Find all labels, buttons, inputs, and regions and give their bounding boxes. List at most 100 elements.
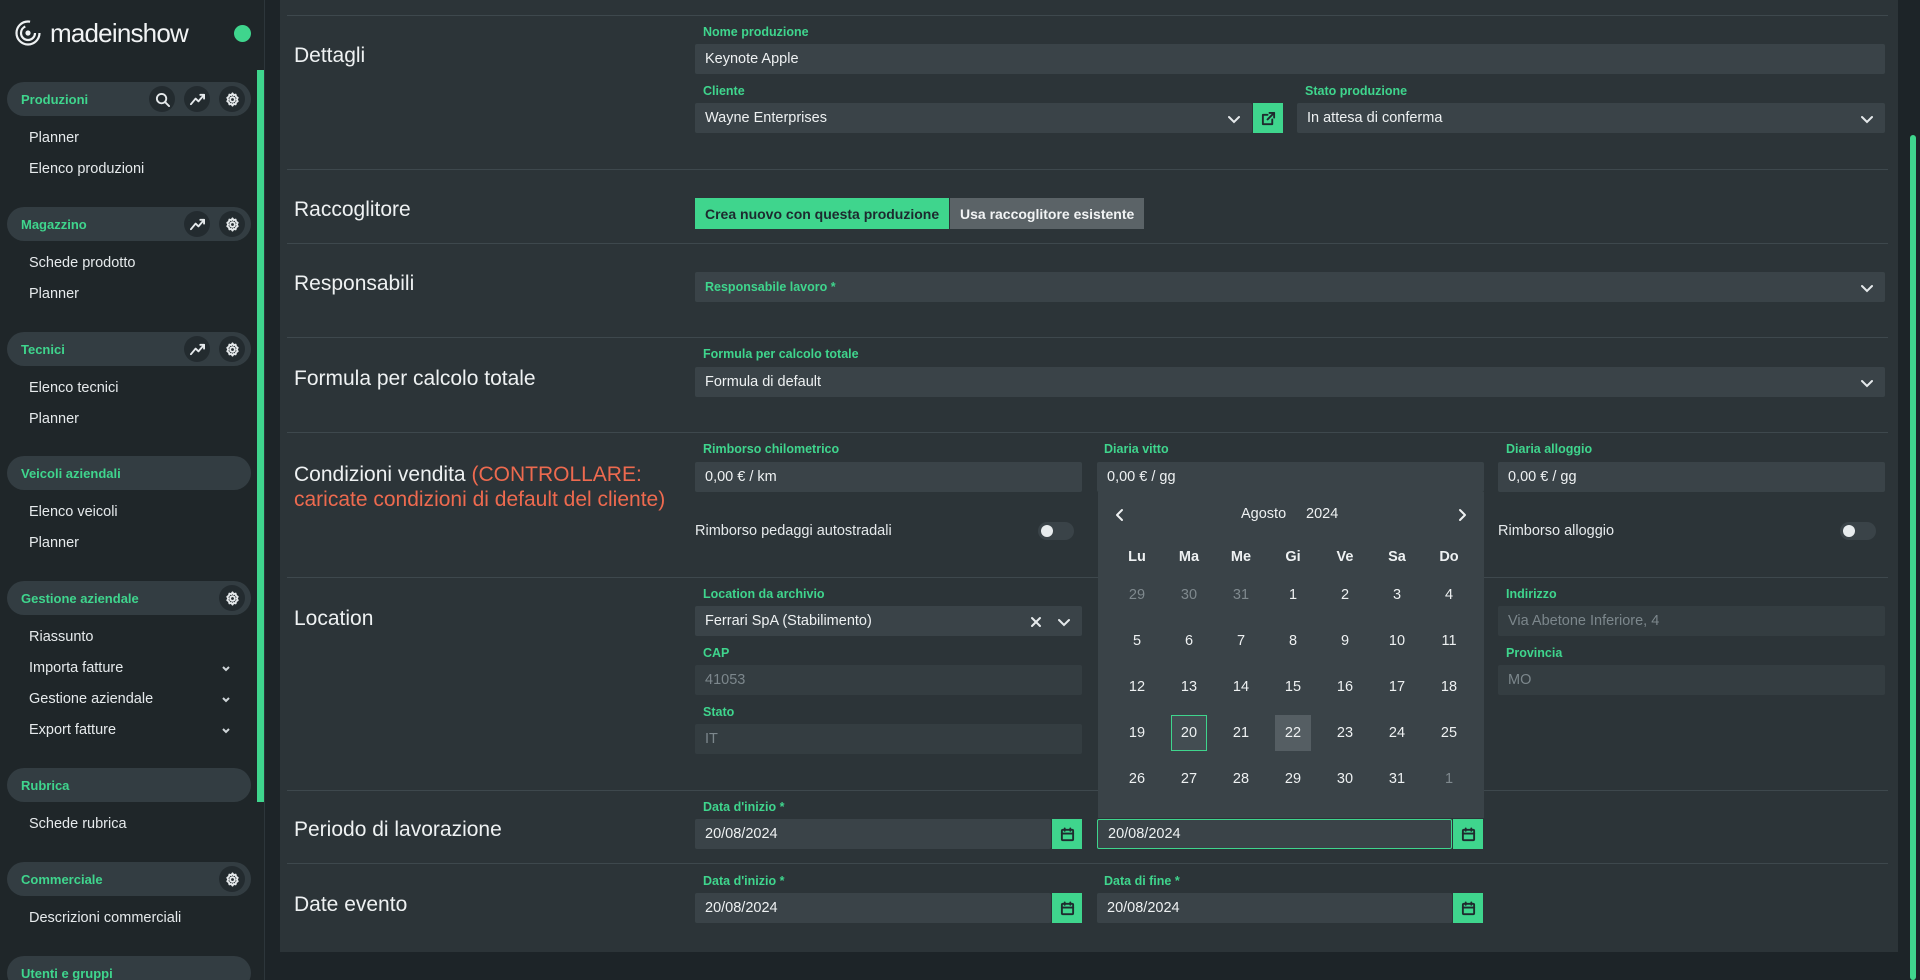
sidebar-item[interactable]: Schede rubrica [7, 808, 251, 839]
periodo-fine-input[interactable]: 20/08/2024 [1097, 819, 1452, 849]
calendar-day[interactable]: 1 [1423, 756, 1475, 802]
pedaggi-toggle[interactable] [1038, 522, 1074, 540]
calendar-day[interactable]: 17 [1371, 664, 1423, 710]
sidebar-section-header[interactable]: Rubrica [7, 768, 251, 802]
evento-inizio-input[interactable]: 20/08/2024 [695, 893, 1051, 923]
calendar-day[interactable]: 4 [1423, 572, 1475, 618]
sidebar-section-header[interactable]: Veicoli aziendali [7, 456, 251, 490]
calendar-day[interactable]: 18 [1423, 664, 1475, 710]
calendar-day[interactable]: 30 [1319, 756, 1371, 802]
evento-fine-input[interactable]: 20/08/2024 [1097, 893, 1452, 923]
chart-button[interactable] [184, 336, 210, 362]
indirizzo-input[interactable]: Via Abetone Inferiore, 4 [1498, 606, 1885, 636]
sidebar-item[interactable]: Schede prodotto [7, 247, 251, 278]
stato-input[interactable]: IT [695, 724, 1082, 754]
calendar-day[interactable]: 30 [1163, 572, 1215, 618]
calendar-day[interactable]: 3 [1371, 572, 1423, 618]
sidebar-section-header[interactable]: Utenti e gruppi [7, 956, 251, 980]
sidebar-item[interactable]: Planner [7, 527, 251, 558]
calendar-day-number: 24 [1388, 725, 1406, 741]
calendar-day[interactable]: 13 [1163, 664, 1215, 710]
calendar-day[interactable]: 10 [1371, 618, 1423, 664]
raccoglitore-new-option[interactable]: Crea nuovo con questa produzione [695, 198, 950, 229]
sidebar-section-header[interactable]: Gestione aziendale [7, 581, 251, 615]
calendar-day[interactable]: 19 [1111, 710, 1163, 756]
sidebar-item[interactable]: Planner [7, 403, 251, 434]
sidebar-section-header[interactable]: Commerciale [7, 862, 251, 896]
calendar-day[interactable]: 29 [1267, 756, 1319, 802]
sidebar-item[interactable]: Elenco tecnici [7, 372, 251, 403]
gear-button[interactable] [219, 211, 245, 237]
responsabile-lavoro-select[interactable]: Responsabile lavoro * [695, 272, 1885, 302]
sidebar-item[interactable]: Importa fatture [7, 652, 251, 683]
sidebar-item[interactable]: Export fatture [7, 714, 251, 745]
calendar-day[interactable]: 12 [1111, 664, 1163, 710]
cap-input[interactable]: 41053 [695, 665, 1082, 695]
calendar-day[interactable]: 2 [1319, 572, 1371, 618]
provincia-input[interactable]: MO [1498, 665, 1885, 695]
sidebar-section-header[interactable]: Tecnici [7, 332, 251, 366]
location-archivio-select[interactable]: Ferrari SpA (Stabilimento) [695, 606, 1082, 636]
periodo-fine-calendar-button[interactable] [1453, 819, 1483, 849]
formula-select[interactable]: Formula di default [695, 367, 1885, 397]
stato-produzione-select[interactable]: In attesa di conferma [1297, 103, 1885, 133]
nome-produzione-input[interactable]: Keynote Apple [695, 44, 1885, 74]
sidebar-section-header[interactable]: Produzioni [7, 82, 251, 116]
calendar-day[interactable]: 7 [1215, 618, 1267, 664]
chart-button[interactable] [184, 86, 210, 112]
rimborso-alloggio-toggle[interactable] [1840, 522, 1876, 540]
calendar-month[interactable]: Agosto [1241, 506, 1286, 522]
raccoglitore-existing-option[interactable]: Usa raccoglitore esistente [950, 198, 1145, 229]
gear-button[interactable] [219, 86, 245, 112]
sidebar-item[interactable]: Riassunto [7, 621, 251, 652]
search-button[interactable] [149, 86, 175, 112]
sidebar-item[interactable]: Elenco produzioni [7, 153, 251, 184]
open-cliente-button[interactable] [1253, 103, 1283, 133]
calendar-day[interactable]: 31 [1215, 572, 1267, 618]
scrollbar[interactable] [1910, 135, 1916, 980]
sidebar-item[interactable]: Planner [7, 122, 251, 153]
calendar-day[interactable]: 29 [1111, 572, 1163, 618]
calendar-day[interactable]: 22 [1267, 710, 1319, 756]
sidebar-item[interactable]: Planner [7, 278, 251, 309]
sidebar-item[interactable]: Elenco veicoli [7, 496, 251, 527]
prev-month-button[interactable] [1113, 508, 1127, 522]
sidebar-item[interactable]: Descrizioni commerciali [7, 902, 251, 933]
chart-button[interactable] [184, 211, 210, 237]
calendar-day[interactable]: 28 [1215, 756, 1267, 802]
calendar-day[interactable]: 15 [1267, 664, 1319, 710]
calendar-day[interactable]: 23 [1319, 710, 1371, 756]
periodo-inizio-input[interactable]: 20/08/2024 [695, 819, 1051, 849]
gear-button[interactable] [219, 866, 245, 892]
sidebar-item[interactable]: Gestione aziendale [7, 683, 251, 714]
gear-button[interactable] [219, 336, 245, 362]
calendar-day[interactable]: 31 [1371, 756, 1423, 802]
brand-logo[interactable]: madeinshow [14, 16, 189, 50]
calendar-day[interactable]: 27 [1163, 756, 1215, 802]
calendar-day[interactable]: 5 [1111, 618, 1163, 664]
rimborso-km-input[interactable]: 0,00 € / km [695, 462, 1082, 492]
calendar-day[interactable]: 21 [1215, 710, 1267, 756]
next-month-button[interactable] [1455, 508, 1469, 522]
evento-fine-calendar-button[interactable] [1453, 893, 1483, 923]
cliente-select[interactable]: Wayne Enterprises [695, 103, 1252, 133]
calendar-day[interactable]: 14 [1215, 664, 1267, 710]
gear-button[interactable] [219, 585, 245, 611]
calendar-day[interactable]: 26 [1111, 756, 1163, 802]
calendar-day[interactable]: 24 [1371, 710, 1423, 756]
calendar-day[interactable]: 8 [1267, 618, 1319, 664]
calendar-year[interactable]: 2024 [1306, 506, 1338, 522]
periodo-inizio-calendar-button[interactable] [1052, 819, 1082, 849]
close-icon[interactable] [1030, 616, 1042, 628]
calendar-day[interactable]: 1 [1267, 572, 1319, 618]
diaria-alloggio-input[interactable]: 0,00 € / gg [1498, 462, 1885, 492]
sidebar-section-header[interactable]: Magazzino [7, 207, 251, 241]
calendar-day[interactable]: 9 [1319, 618, 1371, 664]
evento-inizio-calendar-button[interactable] [1052, 893, 1082, 923]
diaria-vitto-input[interactable]: 0,00 € / gg [1097, 462, 1484, 492]
calendar-day[interactable]: 6 [1163, 618, 1215, 664]
calendar-day[interactable]: 20 [1163, 710, 1215, 756]
calendar-day[interactable]: 25 [1423, 710, 1475, 756]
calendar-day[interactable]: 16 [1319, 664, 1371, 710]
calendar-day[interactable]: 11 [1423, 618, 1475, 664]
